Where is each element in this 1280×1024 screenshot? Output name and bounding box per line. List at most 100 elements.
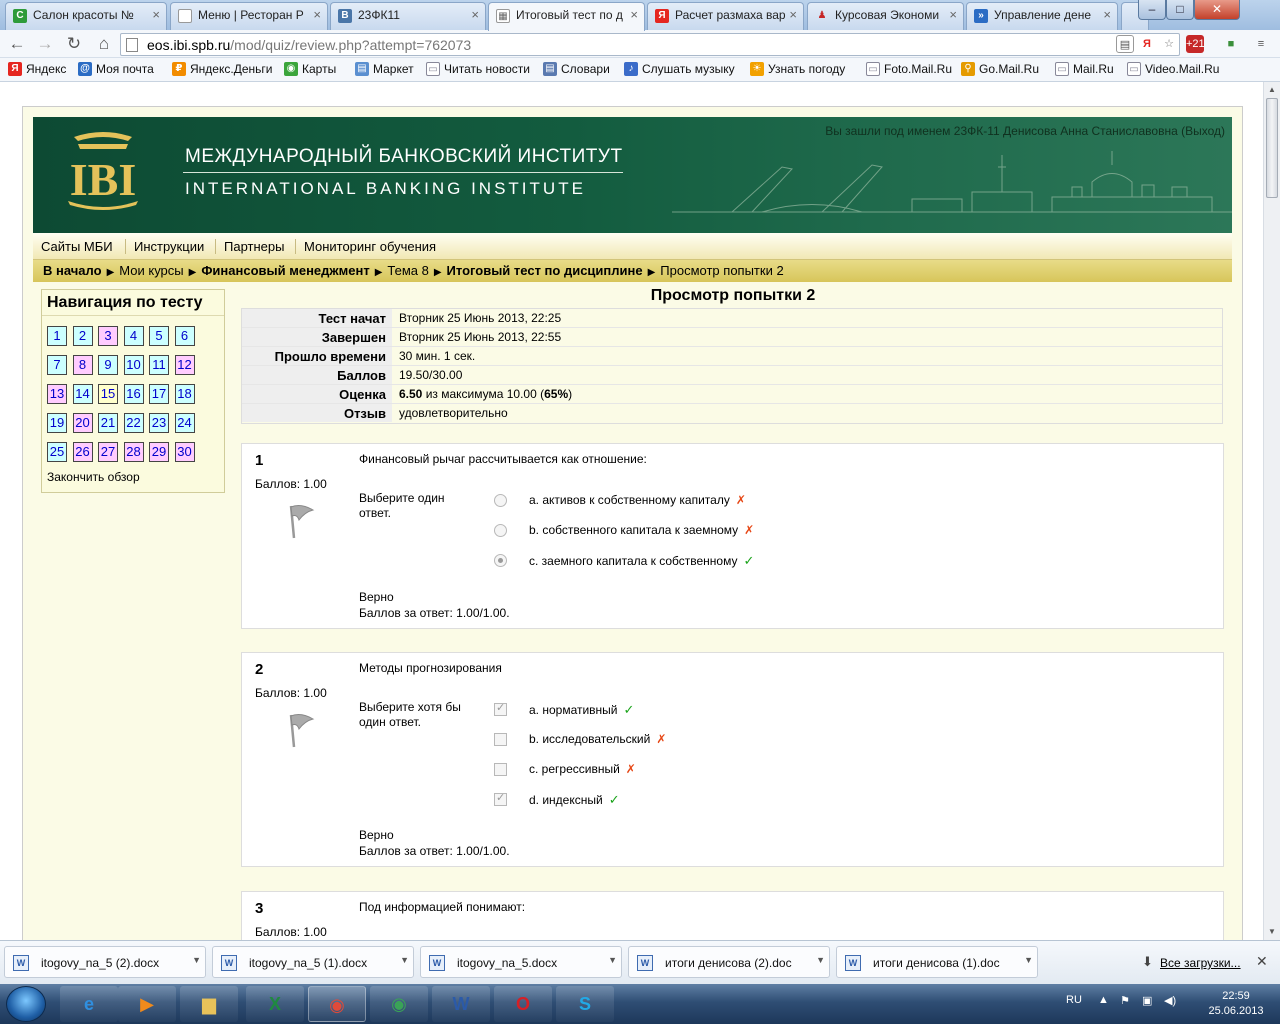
action-center-flag-icon[interactable]: ⚑ (1120, 994, 1130, 1007)
extension-icon[interactable]: ■ (1222, 35, 1240, 53)
star-icon[interactable]: ☆ (1160, 35, 1178, 53)
quiz-nav-button[interactable]: 9 (98, 355, 118, 375)
yandex-bar-icon[interactable]: Я (1138, 35, 1156, 53)
quiz-nav-button[interactable]: 19 (47, 413, 67, 433)
chrome-running-icon[interactable]: ◉ (308, 986, 366, 1022)
bookmark-item[interactable]: ☀ Узнать погоду (750, 62, 845, 76)
quiz-nav-button[interactable]: 30 (174, 442, 195, 462)
tab-close-icon[interactable]: × (630, 7, 638, 22)
download-item[interactable]: Wитоги денисова (1).doc ▼ (836, 946, 1038, 978)
bookmark-item[interactable]: Я Яндекс (8, 62, 66, 76)
volume-icon[interactable]: ◀) (1164, 994, 1176, 1007)
quiz-nav-button[interactable]: 25 (47, 442, 67, 462)
translate-icon[interactable]: ▤ (1116, 35, 1134, 53)
menu-item[interactable]: Мониторинг обучения (295, 239, 444, 254)
all-downloads-link[interactable]: Все загрузки... (1160, 956, 1241, 970)
quiz-nav-button[interactable]: 22 (123, 413, 144, 433)
file-explorer-icon[interactable]: ▆ (180, 986, 238, 1022)
tab-close-icon[interactable]: × (1103, 7, 1111, 22)
quiz-nav-button[interactable]: 24 (174, 413, 195, 433)
quiz-nav-button[interactable]: 27 (98, 442, 118, 462)
bookmark-item[interactable]: ▭ Video.Mail.Ru (1127, 62, 1219, 76)
weather-extension-icon[interactable]: +21 (1186, 35, 1205, 53)
bookmark-item[interactable]: ▭ Foto.Mail.Ru (866, 62, 952, 76)
minimize-button[interactable]: – (1138, 0, 1166, 20)
download-item[interactable]: Witogovy_na_5 (2).docx ▼ (4, 946, 206, 978)
browser-tab[interactable]: B 23ФК11 × (330, 2, 486, 30)
flag-icon[interactable] (285, 711, 317, 749)
quiz-nav-button[interactable]: 8 (72, 355, 93, 375)
menu-item[interactable]: Партнеры (215, 239, 292, 254)
quiz-nav-button[interactable]: 2 (72, 326, 93, 346)
quiz-nav-button[interactable]: 1 (47, 326, 67, 346)
network-icon[interactable]: ▣ (1142, 994, 1152, 1007)
browser-tab[interactable]: Меню | Ресторан Р × (170, 2, 328, 30)
maximize-button[interactable]: □ (1166, 0, 1194, 20)
breadcrumb-item[interactable]: Финансовый менеджмент (201, 263, 369, 278)
quiz-nav-button[interactable]: 11 (149, 355, 169, 375)
login-info[interactable]: Вы зашли под именем 23ФК-11 Денисова Анн… (825, 124, 1225, 138)
finish-review-link[interactable]: Закончить обзор (47, 470, 140, 484)
checkbox[interactable] (494, 763, 507, 776)
browser-tab[interactable]: » Управление дене × (966, 2, 1118, 30)
start-button[interactable] (6, 986, 46, 1022)
quiz-nav-button[interactable]: 15 (98, 384, 118, 404)
skype-icon[interactable]: S (556, 986, 614, 1022)
breadcrumb-item[interactable]: В начало (43, 263, 102, 278)
quiz-nav-button[interactable]: 3 (98, 326, 118, 346)
breadcrumb-item[interactable]: Итоговый тест по дисциплине (447, 263, 643, 278)
browser-tab[interactable]: ♟ Курсовая Экономи × (807, 2, 964, 30)
bookmark-item[interactable]: ▭ Mail.Ru (1055, 62, 1114, 76)
breadcrumb-item[interactable]: Тема 8 (387, 263, 428, 278)
radio-button[interactable] (494, 524, 507, 537)
close-downloads-bar-icon[interactable]: ✕ (1256, 953, 1268, 970)
tab-close-icon[interactable]: × (949, 7, 957, 22)
breadcrumb-item[interactable]: Мои курсы (119, 263, 183, 278)
opera-icon[interactable]: O (494, 986, 552, 1022)
bookmark-item[interactable]: ₽ Яндекс.Деньги (172, 62, 272, 76)
dropdown-arrow-icon[interactable]: ▼ (608, 955, 617, 965)
quiz-nav-button[interactable]: 14 (72, 384, 93, 404)
word-icon[interactable]: W (432, 986, 490, 1022)
quiz-nav-button[interactable]: 4 (123, 326, 144, 346)
flag-icon[interactable] (285, 502, 317, 540)
tab-close-icon[interactable]: × (789, 7, 797, 22)
scroll-down-arrow[interactable]: ▼ (1264, 924, 1280, 940)
dropdown-arrow-icon[interactable]: ▼ (400, 955, 409, 965)
dropdown-arrow-icon[interactable]: ▼ (192, 955, 201, 965)
browser-tab[interactable]: Я Расчет размаха вар × (647, 2, 804, 30)
quiz-nav-button[interactable]: 10 (123, 355, 144, 375)
bookmark-item[interactable]: ▭ Читать новости (426, 62, 530, 76)
tab-close-icon[interactable]: × (152, 7, 160, 22)
checkbox[interactable] (494, 733, 507, 746)
radio-button[interactable] (494, 494, 507, 507)
scrollbar-thumb[interactable] (1266, 98, 1278, 198)
menu-item[interactable]: Инструкции (125, 239, 212, 254)
bookmark-item[interactable]: ♪ Слушать музыку (624, 62, 735, 76)
quiz-nav-button[interactable]: 23 (149, 413, 169, 433)
close-window-button[interactable]: ✕ (1194, 0, 1240, 20)
checkbox[interactable] (494, 701, 507, 716)
back-button[interactable]: ← (6, 33, 28, 55)
bookmark-item[interactable]: @ Моя почта (78, 62, 154, 76)
quiz-nav-button[interactable]: 18 (174, 384, 195, 404)
address-bar[interactable]: eos.ibi.spb.ru/mod/quiz/review.php?attem… (120, 33, 1180, 56)
language-indicator[interactable]: RU (1066, 994, 1082, 1006)
download-item[interactable]: Wитоги денисова (2).doc ▼ (628, 946, 830, 978)
forward-button[interactable]: → (34, 33, 56, 55)
quiz-nav-button[interactable]: 29 (149, 442, 169, 462)
menu-item[interactable]: Сайты МБИ (33, 239, 121, 254)
internet-explorer-icon[interactable]: e (60, 986, 118, 1022)
bookmark-item[interactable]: ▤ Словари (543, 62, 610, 76)
quiz-nav-button[interactable]: 12 (174, 355, 195, 375)
quiz-nav-button[interactable]: 20 (72, 413, 93, 433)
download-item[interactable]: Witogovy_na_5 (1).docx ▼ (212, 946, 414, 978)
dropdown-arrow-icon[interactable]: ▼ (1024, 955, 1033, 965)
tab-close-icon[interactable]: × (313, 7, 321, 22)
chrome-icon[interactable]: ◉ (370, 986, 428, 1022)
quiz-nav-button[interactable]: 16 (123, 384, 144, 404)
home-button[interactable]: ⌂ (93, 33, 115, 55)
tab-close-icon[interactable]: × (471, 7, 479, 22)
dropdown-arrow-icon[interactable]: ▼ (816, 955, 825, 965)
browser-tab[interactable]: ▦ Итоговый тест по д × (488, 2, 645, 31)
